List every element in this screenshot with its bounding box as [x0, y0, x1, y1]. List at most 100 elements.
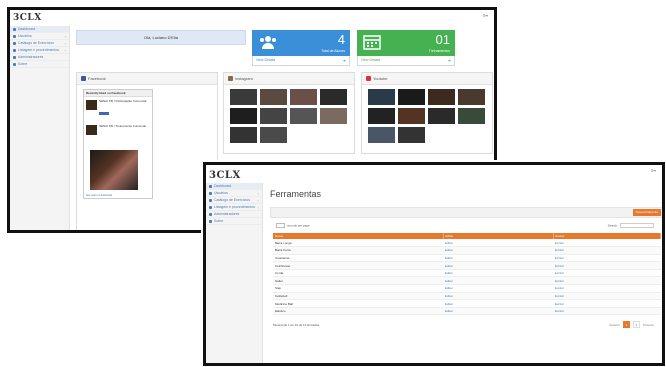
search-input[interactable] — [620, 223, 654, 228]
youtube-thumbnail[interactable] — [458, 89, 485, 105]
edit-link[interactable]: Editar — [443, 299, 553, 308]
post-thumbnail — [86, 100, 97, 110]
youtube-thumbnail[interactable] — [428, 89, 455, 105]
user-menu-icon[interactable]: ⚙▾ — [650, 168, 656, 173]
youtube-thumbnail[interactable] — [368, 127, 395, 143]
facebook-post[interactable]: SENAI PR / Participação Comercial — [86, 99, 150, 122]
pagination-page[interactable]: 2 — [632, 321, 640, 328]
sidebar-item-admin[interactable]: Administradores — [206, 211, 262, 218]
sidebar-item-catalogo[interactable]: Catálogo de Exercícios ‹ — [206, 197, 262, 204]
sidebar-item-sobre[interactable]: Sobre — [206, 218, 262, 225]
facebook-post[interactable]: SENAI PR / Treinamento Funcional — [86, 124, 150, 147]
sidebar-item-sobre[interactable]: Sobre — [10, 61, 69, 68]
edit-link[interactable]: Editar — [443, 269, 553, 278]
dashboard-icon — [209, 184, 212, 188]
search: Search: — [608, 223, 654, 228]
instagram-photo[interactable] — [260, 89, 287, 105]
youtube-thumbnail[interactable] — [398, 127, 425, 143]
edit-link[interactable]: Editar — [443, 261, 553, 270]
sidebar-item-dashboard[interactable]: Dashboard — [206, 183, 262, 190]
page-title: Ferramentas — [270, 189, 322, 199]
arrow-right-icon: ➜ — [447, 58, 451, 63]
pagination-page[interactable]: 1 — [622, 321, 630, 328]
youtube-thumbnail[interactable] — [398, 89, 425, 105]
table-row: Caneleiras Editar Excluir — [273, 254, 661, 263]
edit-link[interactable]: Editar — [443, 246, 553, 255]
instagram-photo[interactable] — [230, 89, 257, 105]
list-icon — [209, 205, 212, 209]
delete-link[interactable]: Excluir — [553, 239, 661, 248]
logo[interactable]: 3CLX — [209, 170, 241, 181]
delete-link[interactable]: Excluir — [553, 254, 661, 263]
pagination-next[interactable]: Próximo — [643, 323, 654, 327]
youtube-thumbnail[interactable] — [368, 89, 395, 105]
instagram-photo[interactable] — [260, 127, 287, 143]
facebook-widget[interactable]: Recently liked on Facebook SENAI PR / Pa… — [83, 89, 153, 199]
instagram-photo[interactable] — [320, 108, 347, 124]
delete-link[interactable]: Excluir — [553, 284, 661, 293]
records-per-page-select[interactable] — [276, 223, 285, 228]
pagination-prev[interactable]: Anterior — [609, 323, 620, 327]
sidebar-item-label: Catálogo de Exercícios — [18, 41, 54, 45]
see-more-link[interactable]: See more on Facebook — [86, 194, 112, 197]
youtube-thumbnail[interactable] — [428, 108, 455, 124]
sidebar-item-usuarios[interactable]: Usuários ‹ — [10, 33, 69, 40]
edit-link[interactable]: Editar — [443, 239, 553, 248]
delete-link[interactable]: Excluir — [553, 269, 661, 278]
edit-link[interactable]: Editar — [443, 292, 553, 301]
youtube-thumbnail[interactable] — [398, 108, 425, 124]
sidebar-item-catalogo[interactable]: Catálogo de Exercícios ‹ — [10, 40, 69, 47]
calendar-icon — [363, 35, 381, 50]
new-tool-button[interactable]: Nova ferramenta — [632, 209, 661, 216]
edit-link[interactable]: Editar — [443, 254, 553, 263]
delete-link[interactable]: Excluir — [553, 276, 661, 286]
like-button[interactable] — [99, 112, 109, 115]
delete-link[interactable]: Excluir — [553, 299, 661, 308]
info-icon — [209, 219, 212, 223]
sidebar-item-usuarios[interactable]: Usuários ‹ — [206, 190, 262, 197]
delete-link[interactable]: Excluir — [553, 261, 661, 270]
table-row: Elástico Editar Excluir — [273, 307, 661, 316]
instagram-photo[interactable] — [290, 108, 317, 124]
youtube-thumbnail[interactable] — [458, 108, 485, 124]
delete-link[interactable]: Excluir — [553, 292, 661, 301]
tool-name: Halter — [273, 276, 443, 286]
post-thumbnail — [86, 125, 97, 135]
sidebar-item-label: Sobre — [18, 62, 28, 66]
view-details-link[interactable]: View Details ➜ — [252, 56, 350, 66]
facebook-photo[interactable] — [90, 150, 138, 190]
ferramentas-window: 3CLX ⚙▾ Dashboard Usuários ‹ Catálogo de … — [203, 162, 665, 366]
instagram-photo[interactable] — [230, 108, 257, 124]
records-per-page: records per page — [276, 223, 310, 228]
sidebar-item-admin[interactable]: Administradores — [10, 54, 69, 61]
instagram-photo[interactable] — [230, 127, 257, 143]
instagram-photo[interactable] — [260, 108, 287, 124]
user-greeting: Olá, Luciano D'Ella — [76, 30, 246, 45]
delete-link[interactable]: Excluir — [553, 307, 661, 316]
view-details-link[interactable]: View Details ➜ — [357, 56, 455, 66]
logo[interactable]: 3CLX — [13, 13, 42, 23]
youtube-thumbnail[interactable] — [368, 108, 395, 124]
post-title: SENAI PR / Treinamento Funcional — [99, 124, 147, 128]
sidebar-item-listagem[interactable]: Listagem e procedimentos ‹ — [10, 47, 69, 54]
sidebar-item-listagem[interactable]: Listagem e procedimentos ‹ — [206, 204, 262, 211]
stat-value: 4 — [337, 32, 345, 47]
tool-name: Medicine Ball — [273, 299, 443, 308]
chevron-icon: ‹ — [257, 205, 259, 210]
sidebar-item-dashboard[interactable]: Dashboard — [10, 26, 69, 33]
instagram-photo[interactable] — [320, 89, 347, 105]
instagram-icon — [228, 76, 233, 82]
edit-link[interactable]: Editar — [443, 284, 553, 293]
sidebar-item-label: Catálogo de Exercícios — [214, 198, 250, 202]
sidebar-item-label: Usuários — [18, 34, 32, 38]
sidebar: Dashboard Usuários ‹ Catálogo de Exercíci… — [10, 26, 70, 230]
edit-link[interactable]: Editar — [443, 307, 553, 316]
edit-link[interactable]: Editar — [443, 276, 553, 286]
list-icon — [13, 41, 16, 45]
user-menu-icon[interactable]: ⚙▾ — [482, 13, 488, 18]
instagram-photo[interactable] — [290, 89, 317, 105]
delete-link[interactable]: Excluir — [553, 246, 661, 255]
link-label: View Details — [256, 58, 276, 62]
pagination: Anterior 1 2 Próximo — [609, 321, 654, 328]
instagram-panel: Instagram — [223, 72, 355, 154]
